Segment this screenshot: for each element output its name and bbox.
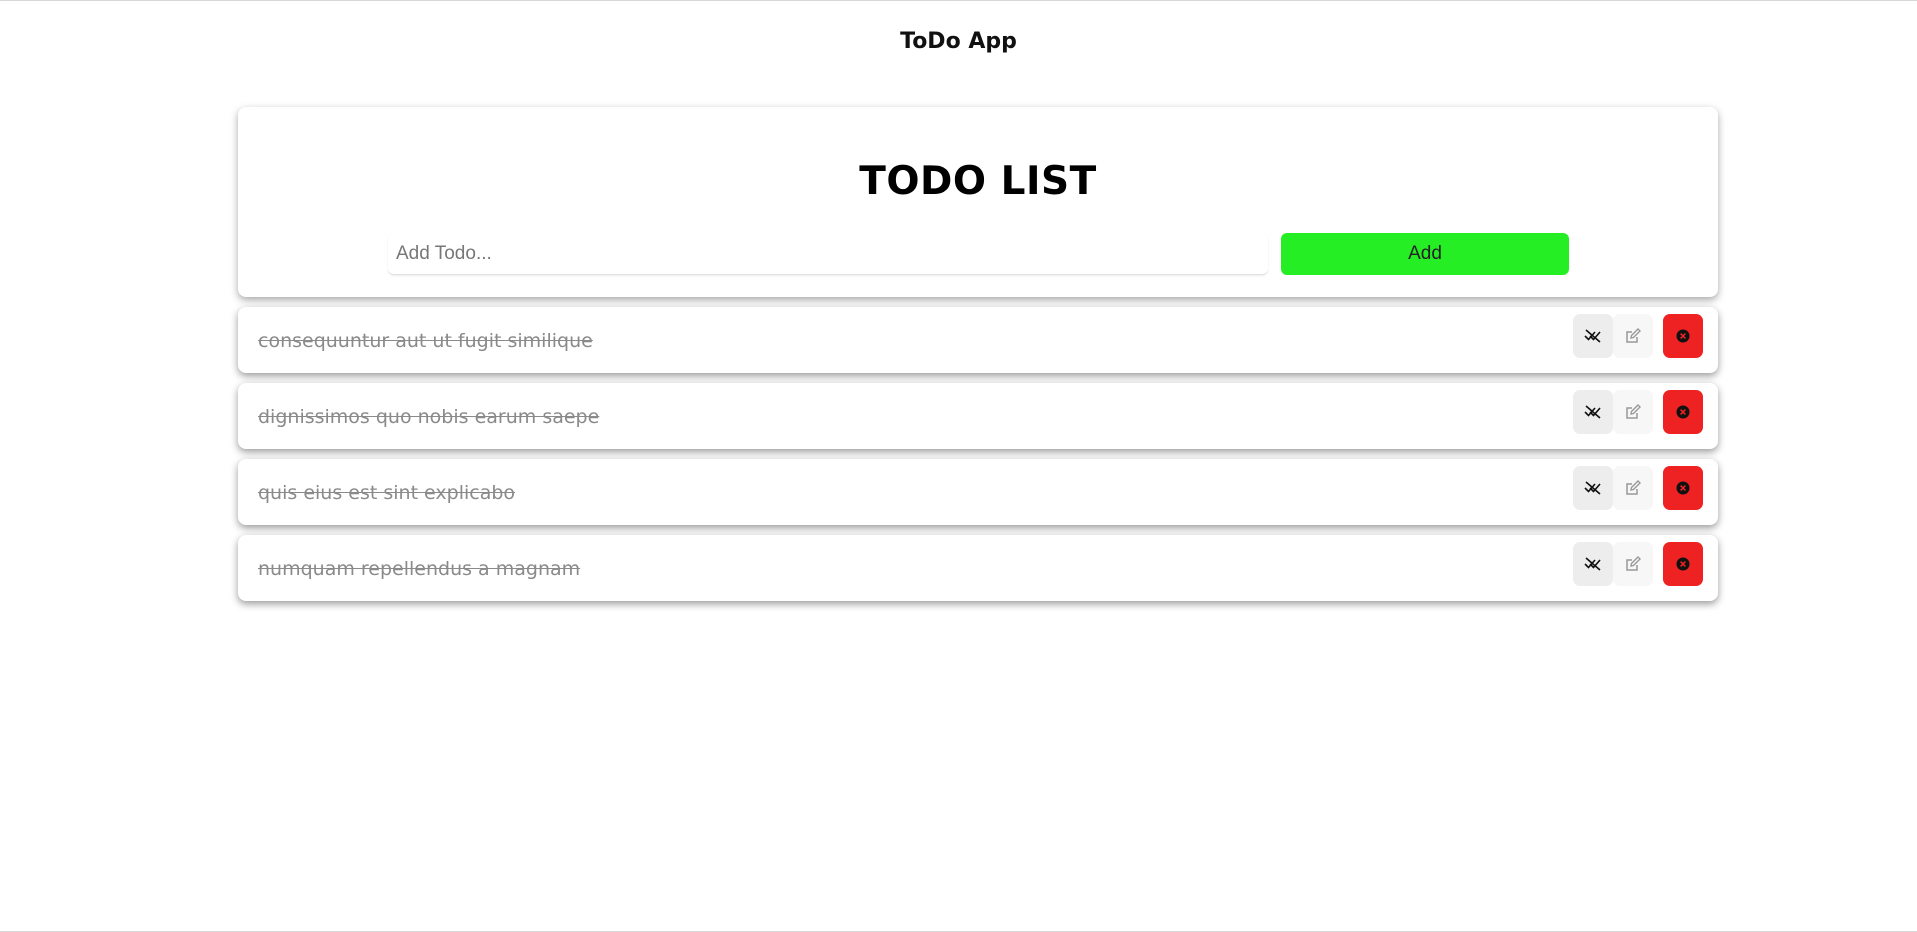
- edit-button[interactable]: [1613, 314, 1653, 358]
- edit-icon: [1624, 555, 1642, 573]
- page: ToDo App TODO LIST Add consequuntur aut …: [0, 0, 1917, 932]
- edit-icon: [1624, 403, 1642, 421]
- delete-button[interactable]: [1663, 542, 1703, 586]
- uncheck-all-icon: [1584, 327, 1602, 345]
- add-todo-input[interactable]: [388, 233, 1268, 275]
- close-circle-icon: [1676, 557, 1690, 571]
- uncheck-all-icon: [1584, 479, 1602, 497]
- todo-text: quis eius est sint explicabo: [258, 482, 516, 504]
- todo-item: numquam repellendus a magnam: [238, 535, 1718, 601]
- todo-list: consequuntur aut ut fugit similique dign…: [238, 307, 1718, 601]
- close-circle-icon: [1676, 405, 1690, 419]
- list-title: TODO LIST: [859, 159, 1097, 204]
- app-title: ToDo App: [900, 29, 1017, 54]
- edit-button[interactable]: [1613, 466, 1653, 510]
- uncheck-all-icon: [1584, 555, 1602, 573]
- todo-text: dignissimos quo nobis earum saepe: [258, 406, 600, 428]
- edit-icon: [1624, 327, 1642, 345]
- todo-text: consequuntur aut ut fugit similique: [258, 330, 593, 352]
- edit-button[interactable]: [1613, 390, 1653, 434]
- todo-actions: [1573, 466, 1703, 510]
- delete-button[interactable]: [1663, 390, 1703, 434]
- todo-actions: [1573, 542, 1703, 586]
- edit-button[interactable]: [1613, 542, 1653, 586]
- add-button[interactable]: Add: [1281, 233, 1569, 275]
- todo-actions: [1573, 314, 1703, 358]
- toggle-complete-button[interactable]: [1573, 390, 1613, 434]
- edit-icon: [1624, 479, 1642, 497]
- uncheck-all-icon: [1584, 403, 1602, 421]
- todo-item: quis eius est sint explicabo: [238, 459, 1718, 525]
- toggle-complete-button[interactable]: [1573, 314, 1613, 358]
- todo-text: numquam repellendus a magnam: [258, 558, 581, 580]
- todo-item: dignissimos quo nobis earum saepe: [238, 383, 1718, 449]
- todo-item: consequuntur aut ut fugit similique: [238, 307, 1718, 373]
- todo-container: TODO LIST Add consequuntur aut ut fugit …: [238, 107, 1718, 601]
- close-circle-icon: [1676, 329, 1690, 343]
- delete-button[interactable]: [1663, 466, 1703, 510]
- todo-actions: [1573, 390, 1703, 434]
- toggle-complete-button[interactable]: [1573, 542, 1613, 586]
- delete-button[interactable]: [1663, 314, 1703, 358]
- toggle-complete-button[interactable]: [1573, 466, 1613, 510]
- close-circle-icon: [1676, 481, 1690, 495]
- todo-header-card: TODO LIST Add: [238, 107, 1718, 297]
